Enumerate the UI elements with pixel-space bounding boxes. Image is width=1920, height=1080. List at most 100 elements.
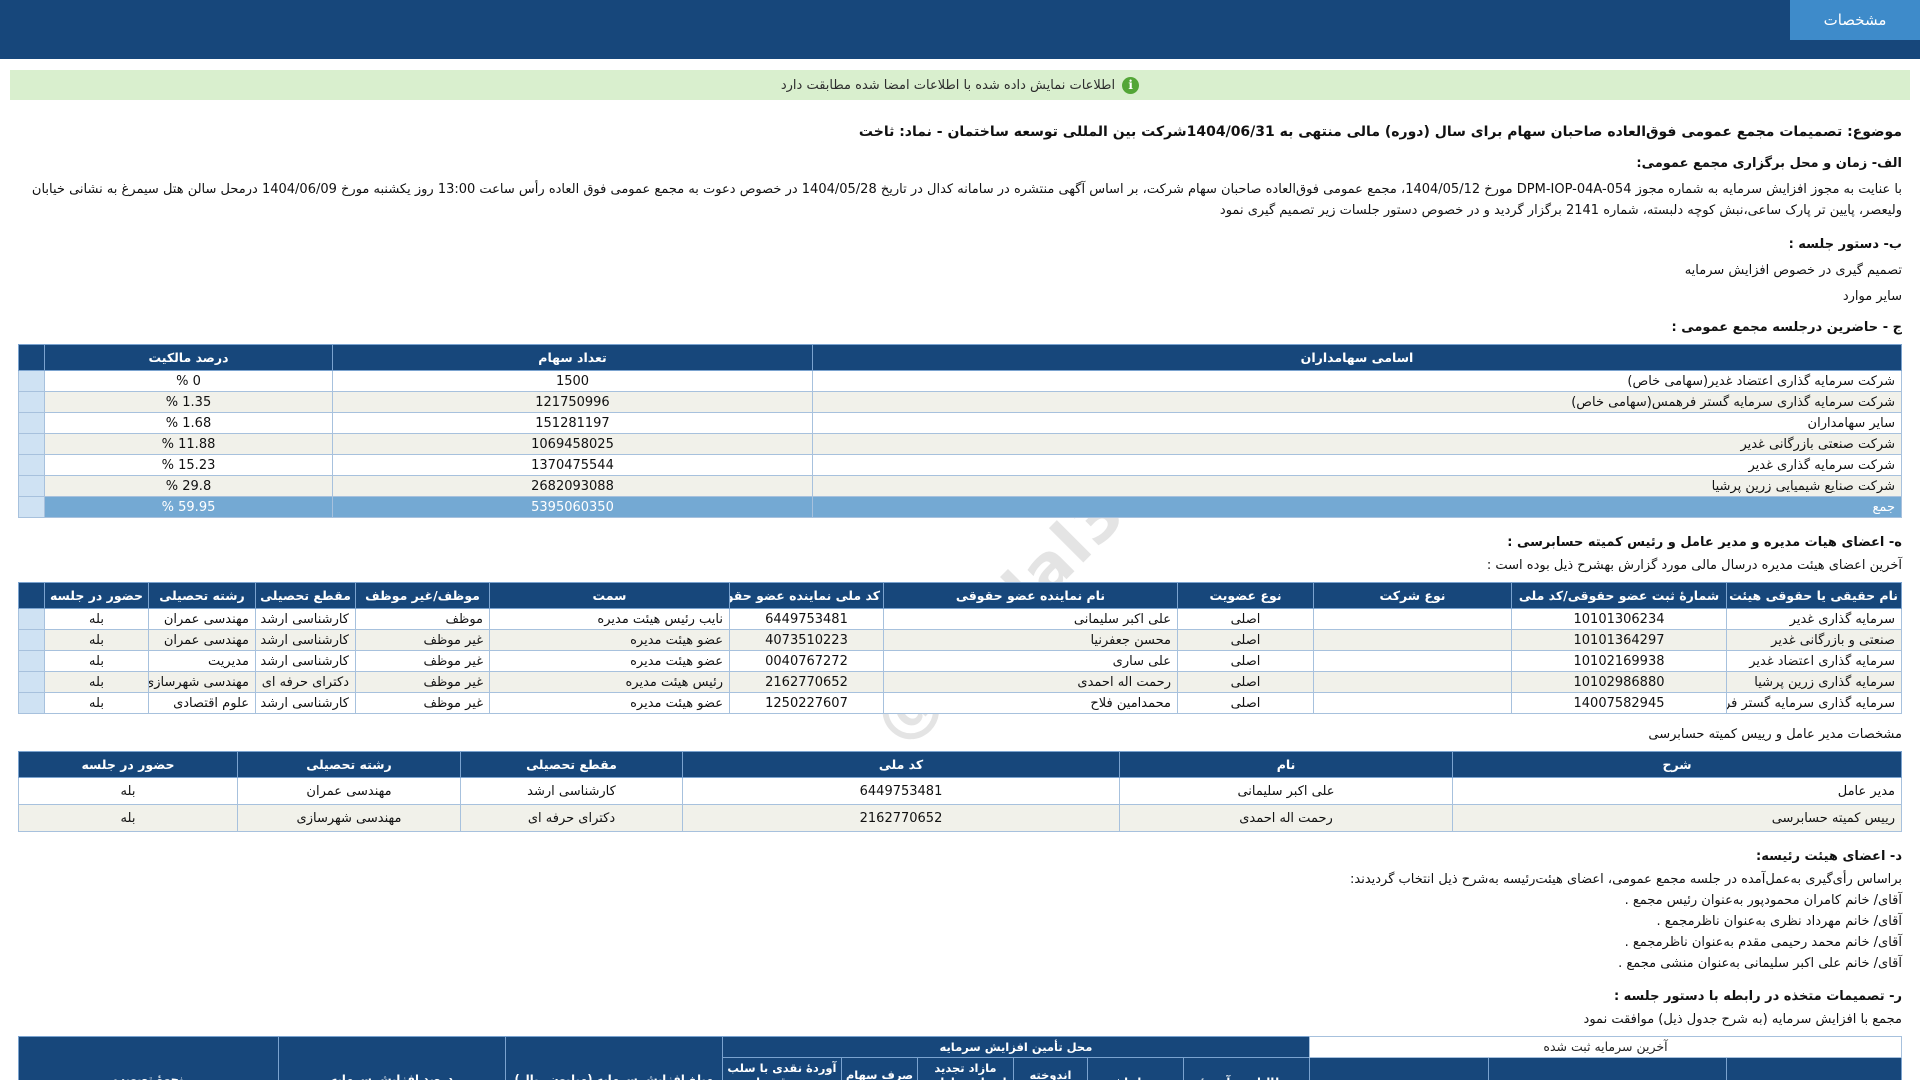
cell: شرکت صنایع شیمیایی زرین پرشیا xyxy=(812,475,1902,497)
table-header-row: اسامی سهامداران تعداد سهام درصد مالکیت xyxy=(18,344,1902,371)
col-field-header: رشته تحصیلی xyxy=(237,751,461,778)
cell: موظف xyxy=(355,608,490,630)
row-marker-cell xyxy=(18,496,45,518)
cell: 10101364297 xyxy=(1511,629,1727,651)
cell: مهندسی عمران xyxy=(148,608,256,630)
cell: 1.35 % xyxy=(44,391,333,413)
col-approval-method-header: نحوهٔ تصویب xyxy=(18,1036,279,1080)
group-registered-capital-header: آخرین سرمایه ثبت شده xyxy=(1308,1036,1903,1058)
table-row: سایر سهامداران 151281197 1.68 % xyxy=(18,412,1902,434)
col-increase-percent-header: درصد افزایش سرمایه xyxy=(277,1036,506,1080)
col-field-header: رشته تحصیلی xyxy=(148,582,256,609)
cell: دکترای حرفه ای xyxy=(255,671,356,693)
col-attendance-header: حضور در جلسه xyxy=(18,751,238,778)
col-degree-header: مقطع تحصیلی xyxy=(255,582,356,609)
total-row: جمع 5395060350 59.95 % xyxy=(18,496,1902,518)
codal-report-page: { "page": { "watermark": "@Codal360_ir" … xyxy=(0,0,1920,1080)
cell: بله xyxy=(44,650,149,672)
cell: 1370475544 xyxy=(332,454,813,476)
tab-specifications[interactable]: مشخصات xyxy=(1790,0,1920,40)
row-marker-cell xyxy=(18,412,45,434)
cell: 1500 xyxy=(332,370,813,392)
cell xyxy=(1313,671,1512,693)
group-funding-source-header: محل تأمین افزایش سرمایه xyxy=(721,1036,1310,1058)
section-a-title: الف- زمان و محل برگزاری مجمع عمومی: xyxy=(1636,156,1902,171)
cell: 29.8 % xyxy=(44,475,333,497)
col-increase-amount-header: مبلغ افزایش سرمایه (میلیون ریال) xyxy=(504,1036,723,1080)
cell: 6449753481 xyxy=(729,608,884,630)
cell: بله xyxy=(44,608,149,630)
col-revaluation-surplus-header: مازاد تجدید ارزیابی دارایی ها (میلیون ری… xyxy=(916,1057,1014,1080)
row-marker-header xyxy=(18,344,45,371)
section-b-title: ب- دستور جلسه : xyxy=(1788,237,1902,252)
cell: شرکت سرمایه گذاری اعتضاد غدیر(سهامی خاص) xyxy=(812,370,1902,392)
cell: عضو هیئت مدیره xyxy=(489,692,730,714)
table-row: شرکت سرمایه گذاری اعتضاد غدیر(سهامی خاص)… xyxy=(18,370,1902,392)
cell: 6449753481 xyxy=(682,777,1120,805)
table-header-row: نام حقیقی یا حقوقی هیئت مدیره شمارهٔ ثبت… xyxy=(18,582,1902,609)
cell: اصلی xyxy=(1177,692,1314,714)
col-entity-name-header: نام حقیقی یا حقوقی هیئت مدیره xyxy=(1726,582,1902,609)
cell: عضو هیئت مدیره xyxy=(489,650,730,672)
cell: 10102169938 xyxy=(1511,650,1727,672)
cell: 1250227607 xyxy=(729,692,884,714)
cell: سرمایه گذاری سرمایه گستر فرهمس xyxy=(1726,692,1902,714)
cell: مهندسی عمران xyxy=(237,777,461,805)
cell: علی اکبر سلیمانی xyxy=(1119,777,1453,805)
table-group-header-row: آخرین سرمایه ثبت شده محل تأمین افزایش سر… xyxy=(18,1036,1903,1080)
cell: اصلی xyxy=(1177,608,1314,630)
managers-table: شرح نام کد ملی مقطع تحصیلی رشته تحصیلی ح… xyxy=(18,751,1902,832)
row-marker-cell xyxy=(18,608,45,630)
section-e-subtitle: آخرین اعضای هیئت مدیره درسال مالی مورد گ… xyxy=(1486,558,1902,573)
cell: کارشناسی ارشد xyxy=(255,629,356,651)
cell: غیر موظف xyxy=(355,650,490,672)
row-marker-cell xyxy=(18,454,45,476)
section-d-title: د- اعضای هیئت رئیسه: xyxy=(1756,849,1902,864)
cell: کارشناسی ارشد xyxy=(255,692,356,714)
cell xyxy=(1313,650,1512,672)
col-reserves-header: اندوخته (میلیون ریال) xyxy=(1012,1057,1088,1080)
cell: مهندسی شهرسازی xyxy=(237,804,461,832)
section-r-title: ر- تصمیمات متخذه در رابطه با دستور جلسه … xyxy=(1613,989,1902,1004)
cell: 5395060350 xyxy=(332,496,813,518)
row-marker-cell xyxy=(18,391,45,413)
top-navigation-bar: مشخصات xyxy=(0,0,1920,59)
cell: محمدامین فلاح xyxy=(883,692,1178,714)
col-nominal-value-header: ارزش اسمی هر سهم(ریال) xyxy=(1488,1057,1727,1080)
row-marker-cell xyxy=(18,692,45,714)
col-shares-count-header: تعداد سهام xyxy=(1726,1057,1902,1080)
col-retained-earnings-header: سود انباشته (میلیون ریال) xyxy=(1086,1057,1184,1080)
cell: کارشناسی ارشد xyxy=(255,650,356,672)
agenda-item: تصمیم گیری در خصوص افزایش سرمایه xyxy=(1684,263,1902,278)
cell: مهندسی عمران xyxy=(148,629,256,651)
table-header-row: شرح نام کد ملی مقطع تحصیلی رشته تحصیلی ح… xyxy=(18,751,1902,778)
cell: 4073510223 xyxy=(729,629,884,651)
cell: مدیریت xyxy=(148,650,256,672)
cell: 1.68 % xyxy=(44,412,333,434)
row-marker-cell xyxy=(18,671,45,693)
cell: 10101306234 xyxy=(1511,608,1727,630)
cell: سرمایه گذاری زرین پرشیا xyxy=(1726,671,1902,693)
cell: رحمت اله احمدی xyxy=(883,671,1178,693)
cell: عضو هیئت مدیره xyxy=(489,629,730,651)
cell: شرکت صنعتی بازرگانی غدیر xyxy=(812,433,1902,455)
cell: اصلی xyxy=(1177,671,1314,693)
col-ownership-percent-header: درصد مالکیت xyxy=(44,344,333,371)
table-row: رییس کمیته حسابرسی رحمت اله احمدی 216277… xyxy=(18,804,1902,832)
managers-table-title: مشخصات مدیر عامل و رییس کمیته حسابرسی xyxy=(1648,727,1902,742)
board-table: نام حقیقی یا حقوقی هیئت مدیره شمارهٔ ثبت… xyxy=(18,582,1902,714)
row-marker-cell xyxy=(18,650,45,672)
attendees-table: اسامی سهامداران تعداد سهام درصد مالکیت ش… xyxy=(18,344,1902,518)
col-representative-id-header: کد ملی نماینده عضو حقوقی xyxy=(729,582,884,609)
cell: علی اکبر سلیمانی xyxy=(883,608,1178,630)
cell: علوم اقتصادی xyxy=(148,692,256,714)
col-position-header: سمت xyxy=(489,582,730,609)
table-row: مدیر عامل علی اکبر سلیمانی 6449753481 کا… xyxy=(18,777,1902,805)
cell: بله xyxy=(18,804,238,832)
capital-increase-table: آخرین سرمایه ثبت شده محل تأمین افزایش سر… xyxy=(18,1036,1903,1080)
col-representative-name-header: نام نماینده عضو حقوقی xyxy=(883,582,1178,609)
cell xyxy=(1313,629,1512,651)
row-marker-header xyxy=(18,582,45,609)
cell: 10102986880 xyxy=(1511,671,1727,693)
table-row: سرمایه گذاری زرین پرشیا 10102986880 اصلی… xyxy=(18,671,1902,693)
